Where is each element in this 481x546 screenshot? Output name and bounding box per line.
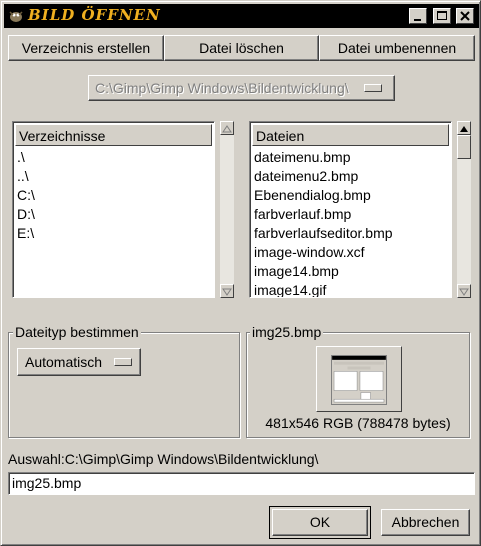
minimize-button[interactable] (409, 8, 427, 24)
title-bar[interactable]: BILD ÖFFNEN (4, 4, 479, 28)
filetype-group: Dateityp bestimmen Automatisch (8, 324, 240, 438)
delete-file-button[interactable]: Datei löschen (164, 35, 319, 61)
minimize-icon (414, 19, 421, 21)
files-list[interactable]: Dateien dateimenu.bmp dateimenu2.bmp Ebene… (249, 121, 452, 298)
list-item[interactable]: ..\ (17, 167, 212, 186)
close-button[interactable] (456, 8, 474, 24)
directories-items: .\ ..\ C:\ D:\ E:\ (17, 148, 212, 295)
dropdown-arrow-icon (114, 358, 132, 366)
create-directory-button[interactable]: Verzeichnis erstellen (8, 35, 164, 61)
dropdown-arrow-icon (364, 84, 382, 92)
maximize-button[interactable] (433, 8, 451, 24)
scroll-thumb[interactable] (457, 135, 471, 159)
arrow-down-icon (222, 288, 232, 296)
files-scrollbar[interactable] (457, 121, 471, 298)
directories-list[interactable]: Verzeichnisse .\ ..\ C:\ D:\ E:\ (12, 121, 215, 298)
preview-info: 481x546 RGB (788478 bytes) (265, 415, 451, 431)
list-item[interactable]: farbverlauf.bmp (254, 205, 449, 224)
list-item[interactable]: image-window.xcf (254, 243, 449, 262)
list-item[interactable]: D:\ (17, 205, 212, 224)
arrow-down-icon (459, 288, 469, 296)
close-icon (460, 11, 470, 21)
arrow-up-icon (222, 125, 232, 133)
list-item[interactable]: image14.bmp (254, 262, 449, 281)
filetype-dropdown-value: Automatisch (25, 354, 103, 370)
filename-input[interactable]: img25.bmp (8, 472, 475, 495)
scroll-up-button[interactable] (457, 121, 471, 135)
directories-header[interactable]: Verzeichnisse (15, 124, 212, 146)
filetype-group-label: Dateityp bestimmen (13, 324, 141, 340)
directories-scrollbar[interactable] (220, 121, 234, 298)
list-item[interactable]: image14.gif (254, 281, 449, 297)
path-dropdown-value: C:\Gimp\Gimp Windows\Bildentwicklung\ (95, 80, 349, 96)
list-item[interactable]: Ebenendialog.bmp (254, 186, 449, 205)
scroll-up-button[interactable] (220, 121, 234, 135)
gimp-app-icon[interactable] (8, 8, 24, 24)
scroll-down-button[interactable] (220, 284, 234, 298)
list-item[interactable]: farbverlaufseditor.bmp (254, 224, 449, 243)
filetype-dropdown[interactable]: Automatisch (17, 348, 141, 376)
maximize-icon (437, 11, 447, 20)
dialog-thumbnail-image (331, 355, 387, 405)
selection-path-label: Auswahl:C:\Gimp\Gimp Windows\Bildentwick… (8, 451, 319, 467)
preview-filename: img25.bmp (250, 324, 324, 340)
dialog-window: BILD ÖFFNEN Verzeichnis erstellen Datei … (0, 0, 481, 546)
files-items: dateimenu.bmp dateimenu2.bmp Ebenendialog.… (254, 148, 449, 297)
window-title: BILD ÖFFNEN (28, 6, 161, 24)
files-header[interactable]: Dateien (252, 124, 449, 146)
path-dropdown[interactable]: C:\Gimp\Gimp Windows\Bildentwicklung\ (88, 75, 395, 101)
list-item[interactable]: dateimenu2.bmp (254, 167, 449, 186)
list-item[interactable]: E:\ (17, 224, 212, 243)
cancel-button[interactable]: Abbrechen (381, 509, 470, 536)
ok-button[interactable]: OK (272, 509, 368, 536)
preview-thumbnail-button[interactable] (316, 346, 402, 412)
list-item[interactable]: .\ (17, 148, 212, 167)
list-item[interactable]: C:\ (17, 186, 212, 205)
preview-group: img25.bmp 481x546 RGB (788478 bytes) (246, 324, 470, 438)
arrow-up-icon (460, 126, 468, 132)
rename-file-button[interactable]: Datei umbenennen (319, 35, 475, 61)
scroll-down-button[interactable] (457, 284, 471, 298)
list-item[interactable]: dateimenu.bmp (254, 148, 449, 167)
